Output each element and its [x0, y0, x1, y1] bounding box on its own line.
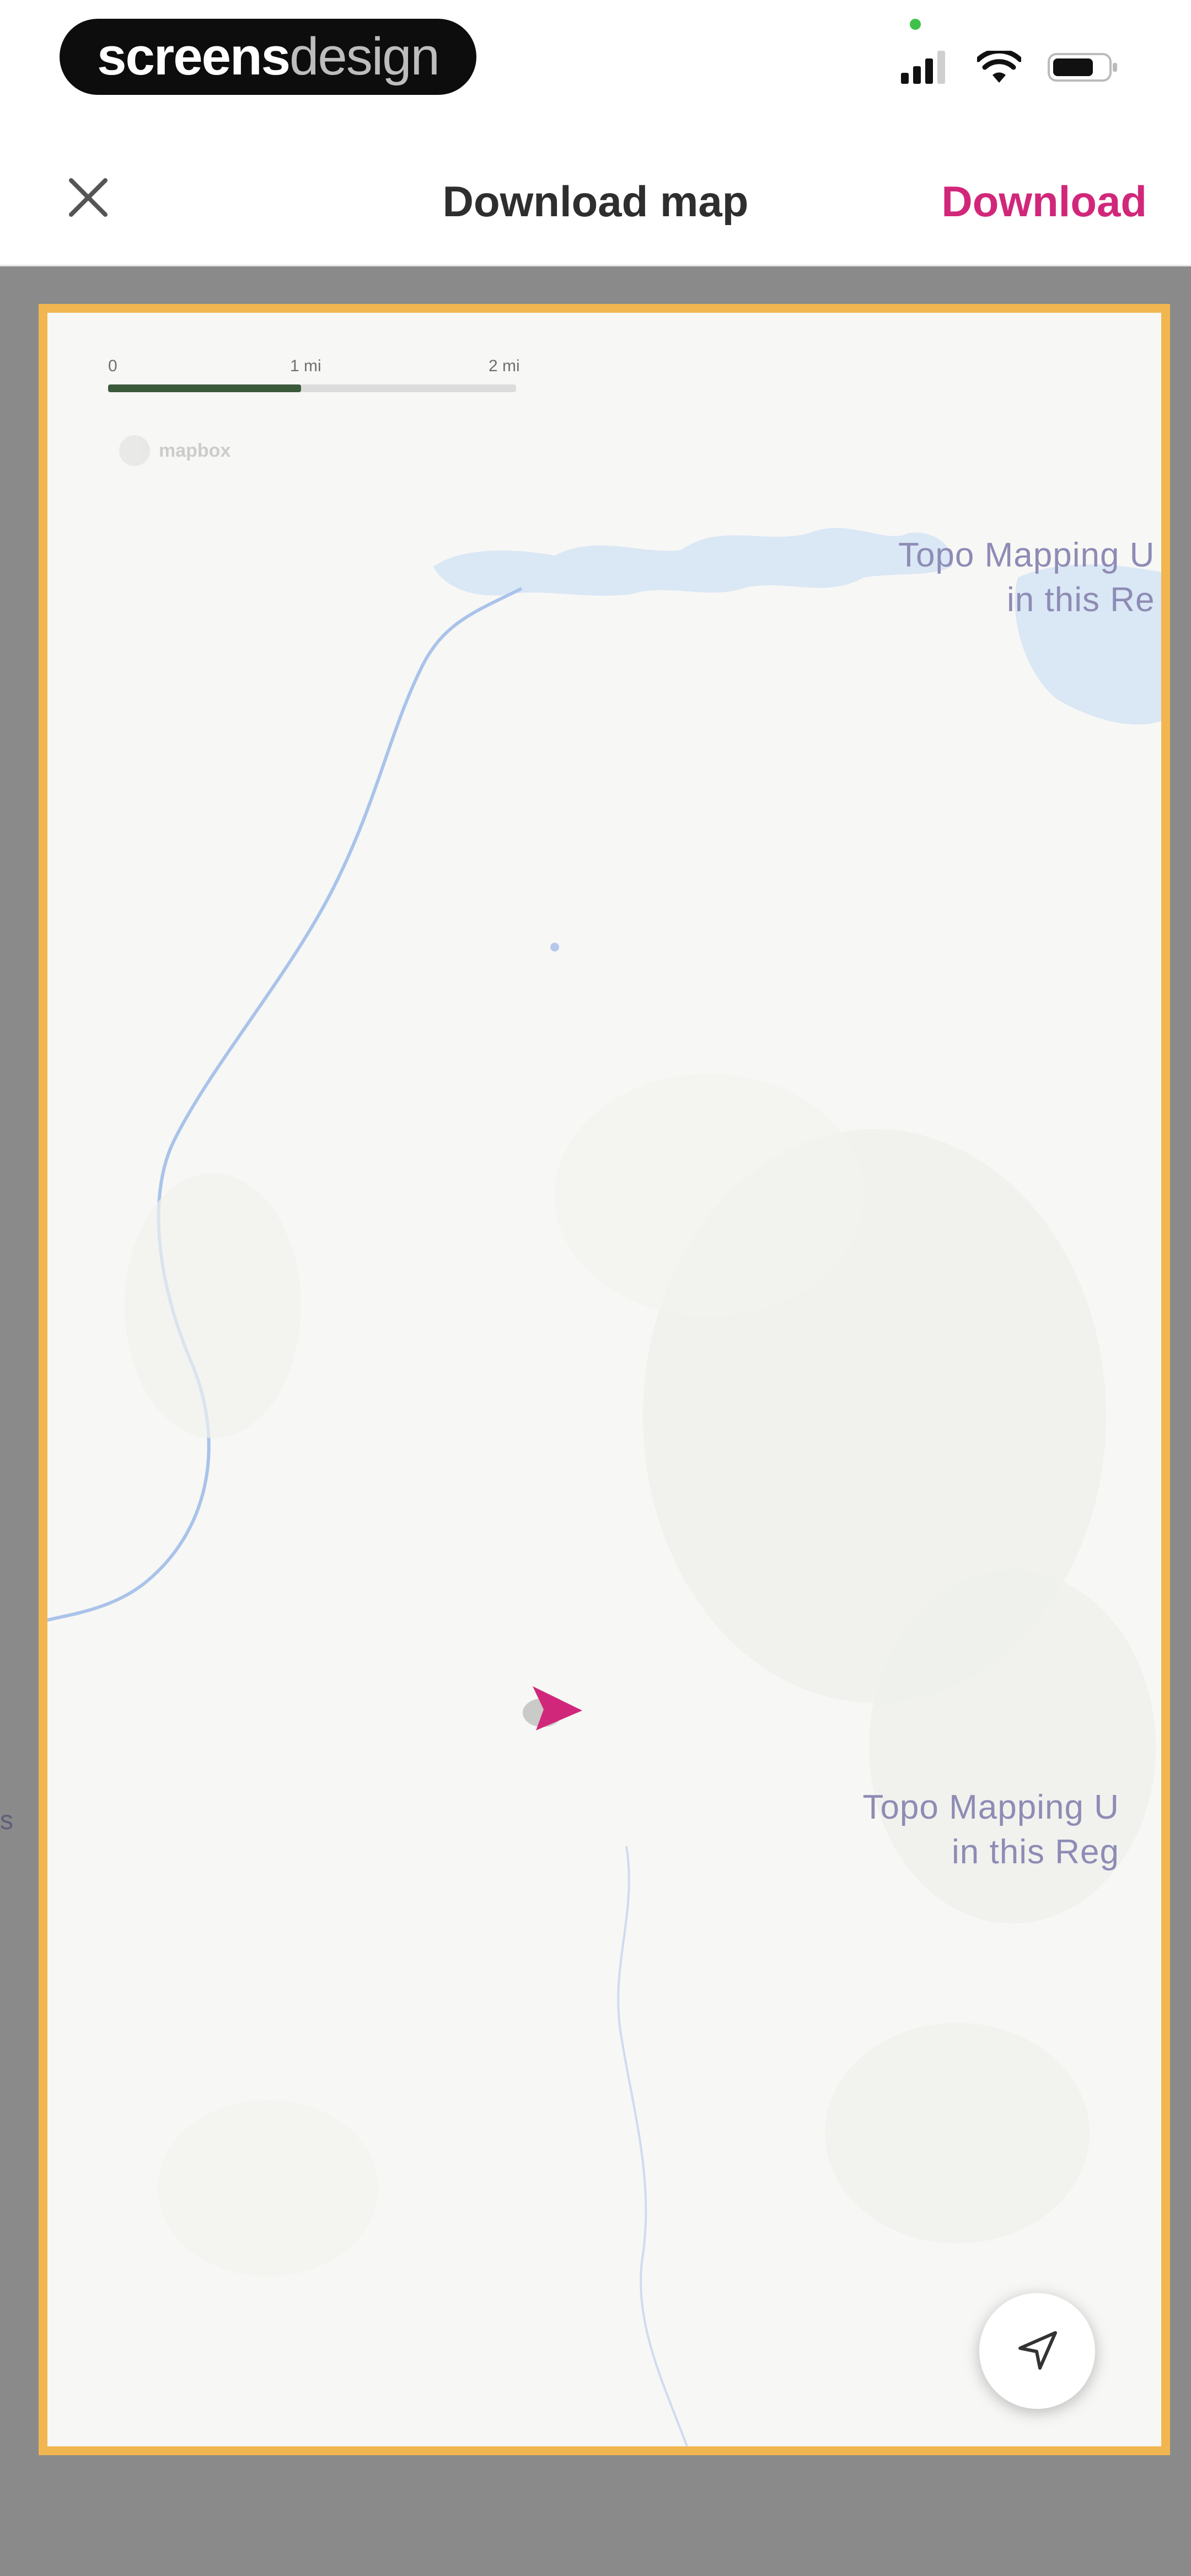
locate-me-button[interactable] [979, 2293, 1095, 2409]
map-scale-bar: 0 1 mi 2 mi [103, 357, 522, 401]
map-view[interactable]: 0 1 mi 2 mi mapbox Topo Mapping U in thi… [0, 266, 1191, 2576]
water-dot [550, 943, 559, 952]
download-button[interactable]: Download [941, 177, 1147, 227]
terrain-patch [158, 2100, 378, 2276]
download-region-frame[interactable]: 0 1 mi 2 mi mapbox Topo Mapping U in thi… [39, 304, 1170, 2455]
region-label-line2: in this Reg [952, 1832, 1119, 1871]
edge-map-label: s [0, 1806, 13, 1835]
attribution-text: mapbox [159, 440, 231, 461]
lake-shape [433, 528, 953, 596]
privacy-indicator [910, 19, 921, 30]
brand-strong-text: screens [97, 27, 291, 86]
terrain-patch [555, 1074, 863, 1317]
terrain-patch [825, 2023, 1090, 2243]
cellular-signal-icon [901, 51, 945, 84]
nav-bar: Download map Download [0, 127, 1191, 266]
region-label-line2: in this Re [1007, 580, 1155, 619]
stream-path [47, 587, 523, 1622]
brand-badge: screensdesign [60, 19, 476, 95]
region-label-line1: Topo Mapping U [898, 536, 1155, 574]
south-stream-path [617, 1846, 688, 2446]
status-icons [901, 45, 1119, 89]
mapbox-logo-icon [119, 435, 150, 466]
user-location-arrow-icon [523, 1686, 582, 1730]
status-bar: screensdesign [0, 0, 1191, 127]
scale-label-1: 1 mi [290, 357, 321, 375]
scale-label-2: 2 mi [489, 357, 520, 375]
scale-fill [108, 384, 301, 392]
region-label-line1: Topo Mapping U [862, 1788, 1119, 1826]
map-attribution[interactable]: mapbox [119, 434, 230, 467]
navigation-arrow-icon [1018, 2331, 1057, 2370]
terrain-patch [125, 1173, 301, 1438]
brand-logo: screensdesign [97, 27, 440, 86]
download-map-screen: screensdesign Download map Download 0 1 … [0, 0, 1191, 2576]
map-terrain [47, 528, 1161, 2446]
battery-icon [1048, 53, 1117, 82]
wifi-icon [977, 51, 1021, 83]
scale-label-0: 0 [108, 357, 117, 375]
region-label: Topo Mapping U in this Re [886, 533, 1155, 622]
brand-light-text: design [289, 27, 440, 86]
region-label: Topo Mapping U in this Reg [830, 1786, 1119, 1874]
